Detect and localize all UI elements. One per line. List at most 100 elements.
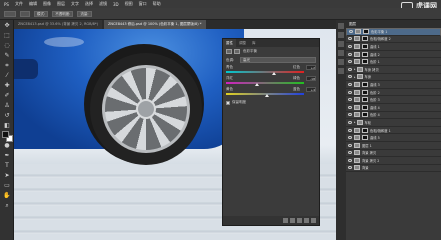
menu-item-9[interactable]: 视图 <box>125 1 133 7</box>
yellow-blue-thumb[interactable] <box>265 94 270 97</box>
layers-header[interactable]: 图层 <box>346 20 441 28</box>
menu-item-10[interactable]: 窗口 <box>139 1 147 7</box>
layer-mask-thumbnail[interactable] <box>362 135 368 141</box>
tab-adjustments[interactable]: 调整 <box>236 39 249 47</box>
layer-row[interactable]: 背景 <box>346 165 441 173</box>
expand-arrow-icon[interactable]: ▸ <box>354 67 356 71</box>
yellow-blue-value[interactable]: +4 <box>306 87 316 92</box>
layer-row[interactable]: 色阶 1 <box>346 58 441 66</box>
brush-tool-icon[interactable]: ✐ <box>3 92 11 100</box>
history-icon[interactable] <box>338 23 344 29</box>
tab-libraries[interactable]: 库 <box>249 39 259 47</box>
mode-select[interactable]: 模式: <box>34 10 49 17</box>
tool-preset-picker[interactable] <box>4 10 16 17</box>
mask-icon[interactable] <box>234 49 240 54</box>
move-tool-icon[interactable]: ✥ <box>3 22 11 30</box>
history-brush-icon[interactable]: ↺ <box>3 112 11 120</box>
eye-icon[interactable] <box>348 105 352 109</box>
layer-mask-thumbnail[interactable] <box>363 29 369 35</box>
eraser-tool-icon[interactable]: ◧ <box>3 122 11 130</box>
layer-row[interactable]: 背景 拷贝 <box>346 150 441 158</box>
eye-icon[interactable] <box>348 113 352 117</box>
preserve-luminosity-checkbox[interactable] <box>226 100 230 105</box>
layer-row[interactable]: 色相/饱和度 2 <box>346 36 441 44</box>
eye-icon[interactable] <box>348 44 352 48</box>
layer-row[interactable]: 曲线 3 <box>346 81 441 89</box>
menu-item-11[interactable]: 帮助 <box>153 1 161 7</box>
layer-row[interactable]: ▸ 车身 拷贝 <box>346 66 441 74</box>
paragraph-icon[interactable] <box>338 59 344 65</box>
eyedropper-tool-icon[interactable]: ⁄ <box>3 72 11 80</box>
menu-item-1[interactable]: 文件 <box>15 1 23 7</box>
tab-properties[interactable]: 属性 <box>223 39 236 47</box>
menu-item-6[interactable]: 选择 <box>85 1 93 7</box>
eye-icon[interactable] <box>348 166 352 170</box>
eye-icon[interactable] <box>348 128 352 132</box>
flow-field[interactable]: 流量: <box>77 10 92 17</box>
layer-row[interactable]: 图层 1 <box>346 142 441 150</box>
dodge-tool-icon[interactable]: ● <box>3 142 11 150</box>
layer-row[interactable]: 曲线 5 <box>346 134 441 142</box>
hand-tool-icon[interactable]: ✋ <box>3 192 11 200</box>
eye-icon[interactable] <box>348 143 352 147</box>
eye-icon[interactable] <box>348 90 352 94</box>
eye-icon[interactable] <box>349 30 353 34</box>
tab-document-2[interactable]: ZNCE8443 修后.psd @ 100% (色彩平衡 1, 图层蒙版/8) … <box>104 20 206 29</box>
eye-icon[interactable] <box>348 60 352 64</box>
layer-mask-thumbnail[interactable] <box>362 81 368 87</box>
adjustments-icon[interactable] <box>338 50 344 56</box>
zoom-tool-icon[interactable]: ⌕ <box>3 202 11 210</box>
eye-icon[interactable] <box>348 75 352 79</box>
reset-icon[interactable] <box>297 218 302 223</box>
layer-mask-thumbnail[interactable] <box>362 51 368 57</box>
eye-icon[interactable] <box>348 98 352 102</box>
view-previous-icon[interactable] <box>290 218 295 223</box>
eye-icon[interactable] <box>348 120 352 124</box>
eye-icon[interactable] <box>348 52 352 56</box>
layer-row[interactable]: 色相/饱和度 1 <box>346 127 441 135</box>
eye-icon[interactable] <box>348 37 352 41</box>
menu-item-8[interactable]: 3D <box>113 2 119 7</box>
cyan-red-track[interactable] <box>226 71 304 73</box>
pen-tool-icon[interactable]: ✒ <box>3 152 11 160</box>
foreground-color[interactable] <box>2 131 9 138</box>
marquee-tool-icon[interactable]: ⬚ <box>3 32 11 40</box>
layer-row[interactable]: ▸ 车轮 <box>346 119 441 127</box>
eye-icon[interactable] <box>348 158 352 162</box>
clip-to-layer-icon[interactable] <box>283 218 288 223</box>
layer-mask-thumbnail[interactable] <box>362 127 368 133</box>
layer-mask-thumbnail[interactable] <box>362 43 368 49</box>
info-icon[interactable] <box>338 41 344 47</box>
path-select-tool-icon[interactable]: ➤ <box>3 172 11 180</box>
opacity-field[interactable]: 不透明度: <box>52 10 74 17</box>
tab-document-1[interactable]: ZNCE8413.psd @ 33.6% (背景 拷贝 2, RGB/8*) <box>14 20 103 29</box>
crop-tool-icon[interactable]: ⌗ <box>3 62 11 70</box>
menu-item-2[interactable]: 编辑 <box>29 1 37 7</box>
type-tool-icon[interactable]: T <box>3 162 11 170</box>
layer-row[interactable]: 曲线 4 <box>346 104 441 112</box>
layer-mask-thumbnail[interactable] <box>362 36 368 42</box>
layer-row[interactable]: 背景 拷贝 2 <box>346 157 441 165</box>
menu-item-0[interactable]: PS <box>4 2 9 7</box>
expand-arrow-icon[interactable]: ▸ <box>354 75 356 79</box>
layer-row[interactable]: 色阶 2 <box>346 89 441 97</box>
actions-icon[interactable] <box>338 32 344 38</box>
magenta-green-track[interactable] <box>226 82 304 84</box>
stamp-tool-icon[interactable]: ♙ <box>3 102 11 110</box>
eye-icon[interactable] <box>348 67 352 71</box>
eye-icon[interactable] <box>348 136 352 140</box>
menu-item-5[interactable]: 文字 <box>71 1 79 7</box>
layer-row[interactable]: ▸ 车身 <box>346 74 441 82</box>
menu-item-4[interactable]: 图层 <box>57 1 65 7</box>
menu-item-3[interactable]: 图像 <box>43 1 51 7</box>
layer-mask-thumbnail[interactable] <box>362 104 368 110</box>
eye-icon[interactable] <box>348 151 352 155</box>
character-icon[interactable] <box>338 68 344 74</box>
expand-arrow-icon[interactable]: ▸ <box>354 120 356 124</box>
layer-mask-thumbnail[interactable] <box>362 89 368 95</box>
layer-row[interactable]: 色阶 4 <box>346 112 441 120</box>
lasso-tool-icon[interactable]: ◌ <box>3 42 11 50</box>
eye-icon[interactable] <box>348 82 352 86</box>
healing-tool-icon[interactable]: ✚ <box>3 82 11 90</box>
visibility-icon[interactable] <box>304 218 309 223</box>
